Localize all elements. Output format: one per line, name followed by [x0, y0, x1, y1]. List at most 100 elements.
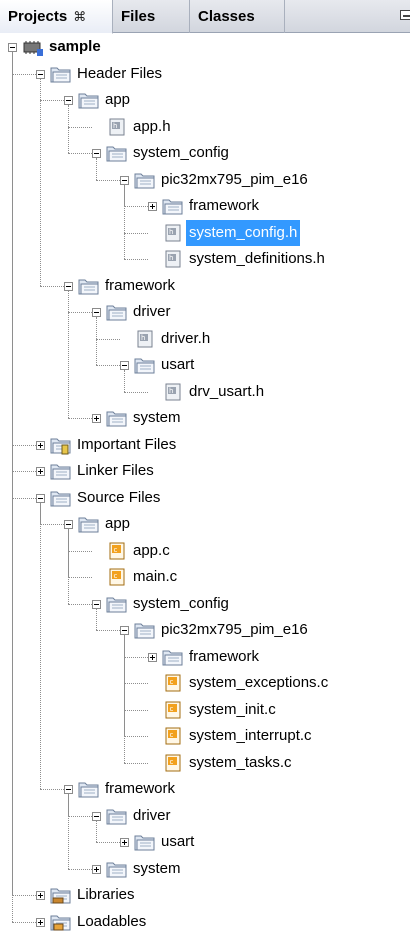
tree-node[interactable]: system_config — [130, 591, 232, 617]
expand-toggle-icon[interactable] — [36, 891, 45, 901]
collapse-toggle-icon[interactable] — [8, 43, 17, 53]
tree-node[interactable]: Source Files — [74, 485, 163, 511]
collapse-toggle-icon[interactable] — [120, 175, 129, 185]
collapse-toggle-icon[interactable] — [120, 361, 129, 371]
expand-toggle-icon[interactable] — [36, 467, 45, 477]
tree-node[interactable]: driver — [130, 803, 174, 829]
tree-connector — [124, 762, 148, 764]
collapse-toggle-icon[interactable] — [64, 96, 73, 106]
close-icon[interactable]: ⌘ — [73, 9, 86, 24]
tree-node[interactable]: usart — [158, 352, 197, 378]
collapse-toggle-icon[interactable] — [64, 520, 73, 530]
tree-connector — [12, 497, 36, 499]
tree-node[interactable]: system — [130, 856, 184, 882]
tree-node[interactable]: framework — [102, 776, 178, 802]
tree-node[interactable]: app — [102, 87, 133, 113]
tree-node[interactable]: app.c — [130, 538, 173, 564]
tree-node[interactable]: system_init.c — [186, 697, 279, 723]
tree-connector — [12, 444, 36, 446]
expand-toggle-icon[interactable] — [92, 864, 101, 874]
collapse-toggle-icon[interactable] — [64, 785, 73, 795]
tree-connector — [124, 184, 125, 260]
tree-node[interactable]: pic32mx795_pim_e16 — [158, 617, 311, 643]
tree-connector — [124, 656, 148, 658]
tree-node[interactable]: system — [130, 405, 184, 431]
tree-node[interactable]: pic32mx795_pim_e16 — [158, 167, 311, 193]
tree-connector — [12, 73, 36, 75]
tree-connector — [124, 736, 148, 738]
tree-node-label: app — [105, 515, 131, 532]
tree-node[interactable]: framework — [186, 644, 262, 670]
expand-toggle-icon[interactable] — [36, 917, 45, 927]
tree-node[interactable]: framework — [102, 273, 178, 299]
collapse-toggle-icon[interactable] — [120, 626, 129, 636]
tree-node[interactable]: Important Files — [74, 432, 179, 458]
svg-text:c: c — [170, 758, 174, 766]
expand-toggle-icon[interactable] — [120, 838, 129, 848]
tree-node[interactable]: system_definitions.h — [186, 246, 328, 272]
tree-node-label: system_config.h — [186, 219, 301, 246]
tree-connector — [68, 126, 92, 128]
tree-connector — [96, 630, 120, 632]
tree-node[interactable]: framework — [186, 193, 262, 219]
tree-node[interactable]: drv_usart.h — [186, 379, 267, 405]
tree-connector — [40, 285, 64, 287]
tree-connector — [68, 312, 92, 314]
tree-connector — [40, 78, 41, 286]
tree-node[interactable]: app.h — [130, 114, 174, 140]
tab-projects-label: Projects — [8, 8, 68, 25]
tree-node[interactable]: Linker Files — [74, 458, 157, 484]
tree-node[interactable]: Libraries — [74, 882, 138, 908]
tree-connector — [68, 290, 69, 419]
tree-node[interactable]: system_interrupt.c — [186, 723, 315, 749]
svg-text:h: h — [141, 334, 145, 342]
tree-node[interactable]: system_config — [130, 140, 232, 166]
collapse-toggle-icon[interactable] — [36, 493, 45, 503]
tree-connector — [124, 635, 125, 763]
tree-connector — [96, 365, 120, 367]
collapse-toggle-icon[interactable] — [64, 281, 73, 291]
tree-node-label: system_tasks.c — [189, 753, 292, 771]
collapse-toggle-icon[interactable] — [92, 811, 101, 821]
tree-connector — [68, 418, 92, 420]
tree-node-label: driver — [133, 303, 171, 320]
tree-node[interactable]: main.c — [130, 564, 180, 590]
collapse-toggle-icon[interactable] — [92, 308, 101, 318]
tab-classes[interactable]: Classes — [190, 0, 285, 33]
tree-node-label: framework — [105, 276, 176, 294]
tree-node[interactable]: system_config.h — [186, 219, 301, 246]
tree-node[interactable]: driver.h — [158, 326, 213, 352]
tree-node[interactable]: usart — [158, 829, 197, 855]
tab-files[interactable]: Files — [113, 0, 190, 33]
collapse-toggle-icon[interactable] — [92, 149, 101, 159]
expand-toggle-icon[interactable] — [148, 202, 157, 212]
tab-strip: Projects ⌘ Files Classes — [0, 0, 410, 34]
tree-node[interactable]: system_exceptions.c — [186, 670, 331, 696]
tree-connector — [68, 529, 69, 604]
tree-node-label: main.c — [133, 568, 178, 585]
tree-connector — [68, 868, 92, 870]
tree-node[interactable]: system_tasks.c — [186, 750, 295, 776]
collapse-toggle-icon[interactable] — [36, 69, 45, 79]
expand-toggle-icon[interactable] — [92, 414, 101, 424]
tree-node[interactable]: Header Files — [74, 61, 165, 87]
tree-connector — [40, 524, 64, 526]
tree-node-label: app.h — [133, 117, 171, 135]
svg-text:h: h — [169, 228, 173, 236]
tab-projects[interactable]: Projects ⌘ — [0, 0, 113, 34]
expand-toggle-icon[interactable] — [148, 652, 157, 662]
svg-text:h: h — [169, 387, 173, 395]
tree-node[interactable]: app — [102, 511, 133, 537]
tree-node-label: pic32mx795_pim_e16 — [161, 621, 308, 638]
tree-connector — [124, 232, 148, 234]
tree-node-label: pic32mx795_pim_e16 — [161, 170, 308, 188]
minimize-window-icon[interactable] — [400, 10, 410, 20]
tree-node[interactable]: Loadables — [74, 909, 149, 935]
tree-connector — [12, 471, 36, 473]
tree-node[interactable]: sample — [46, 34, 104, 60]
tree-connector — [12, 52, 13, 922]
expand-toggle-icon[interactable] — [36, 440, 45, 450]
tree-connector — [40, 100, 64, 102]
tree-node[interactable]: driver — [130, 299, 174, 325]
collapse-toggle-icon[interactable] — [92, 599, 101, 609]
